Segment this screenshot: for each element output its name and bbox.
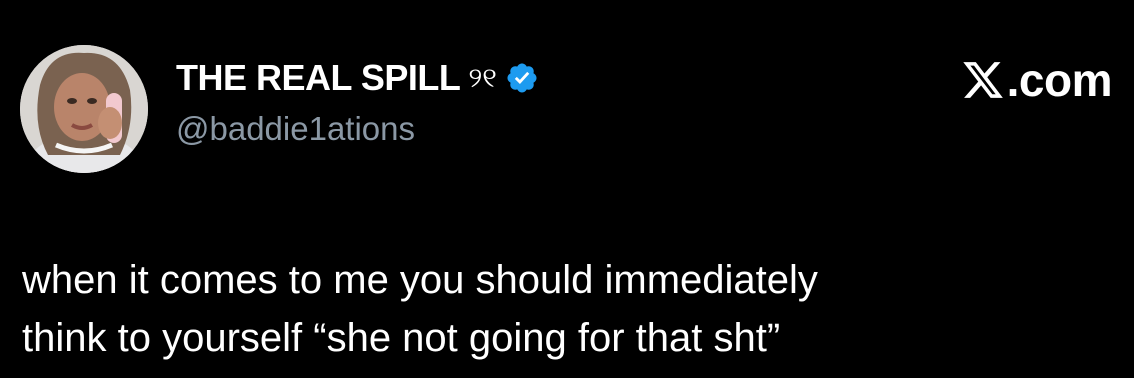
avatar-photo	[20, 45, 148, 173]
tweet-line: think to yourself “she not going for tha…	[22, 316, 781, 360]
tweet-card: THE REAL SPILL ୨୧ @baddie1ations .com wh…	[0, 0, 1134, 378]
author-name-row: THE REAL SPILL ୨୧	[176, 54, 539, 102]
author-handle[interactable]: @baddie1ations	[176, 110, 415, 148]
x-logo-icon	[961, 58, 1005, 102]
display-name[interactable]: THE REAL SPILL	[176, 57, 461, 99]
tweet-body: when it comes to me you should immediate…	[22, 251, 1112, 367]
brand-domain-text: .com	[1006, 54, 1113, 106]
verified-badge-icon	[505, 61, 539, 95]
avatar[interactable]	[20, 45, 148, 173]
name-emoji: ୨୧	[468, 61, 497, 94]
brand-watermark: .com	[961, 54, 1113, 106]
tweet-line: when it comes to me you should immediate…	[22, 258, 818, 302]
